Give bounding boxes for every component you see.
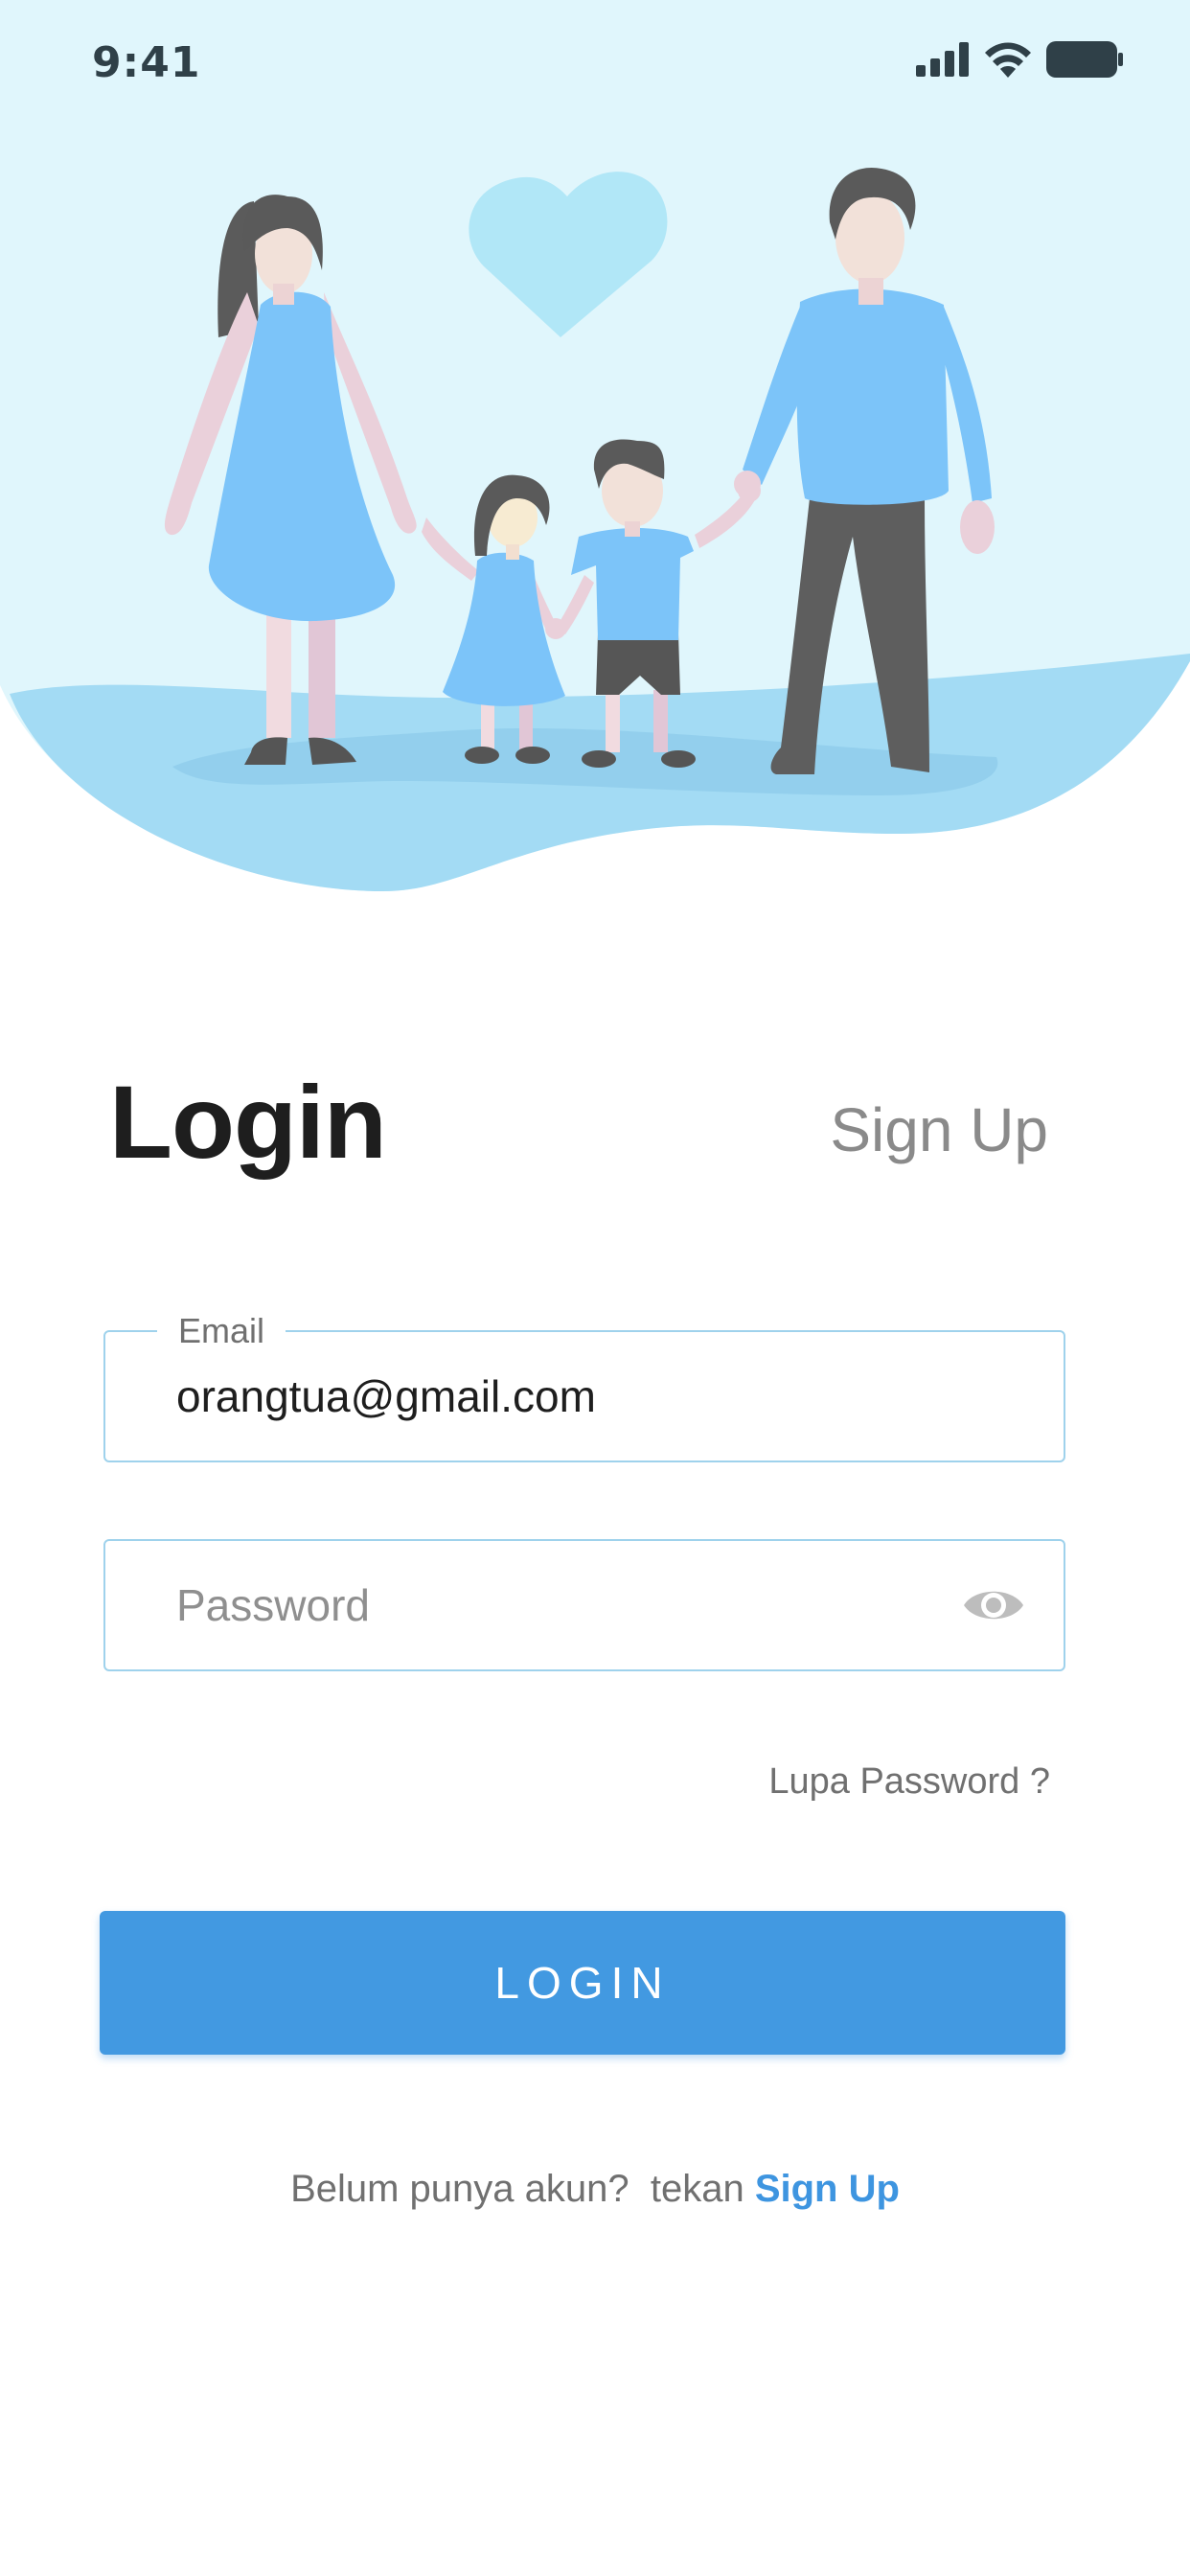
password-input[interactable]	[176, 1541, 962, 1669]
hero-illustration	[0, 0, 1190, 901]
signup-link[interactable]: Sign Up	[755, 2168, 900, 2210]
status-time: 9:41	[92, 38, 201, 87]
signup-prompt-text: Belum punya akun? tekan	[290, 2168, 755, 2210]
email-field[interactable]: Email	[103, 1311, 1065, 1462]
eye-icon[interactable]	[962, 1581, 1025, 1629]
wifi-icon	[985, 42, 1031, 78]
status-bar: 9:41	[0, 0, 1190, 134]
signup-prompt: Belum punya akun? tekan Sign Up	[0, 2168, 1190, 2211]
login-button[interactable]: LOGIN	[100, 1911, 1065, 2055]
status-icons	[916, 40, 1123, 79]
password-field[interactable]	[103, 1539, 1065, 1671]
tab-sign-up[interactable]: Sign Up	[830, 1094, 1048, 1165]
forgot-password-link[interactable]: Lupa Password ?	[768, 1761, 1050, 1803]
cellular-signal-icon	[916, 42, 969, 77]
page-title: Login	[109, 1064, 387, 1180]
email-input[interactable]	[176, 1332, 962, 1460]
login-screen: 9:41 Login Sign Up Email orangtua@gmail.…	[0, 0, 1190, 2576]
login-button-label: LOGIN	[494, 1958, 671, 2008]
battery-icon	[1046, 41, 1123, 78]
